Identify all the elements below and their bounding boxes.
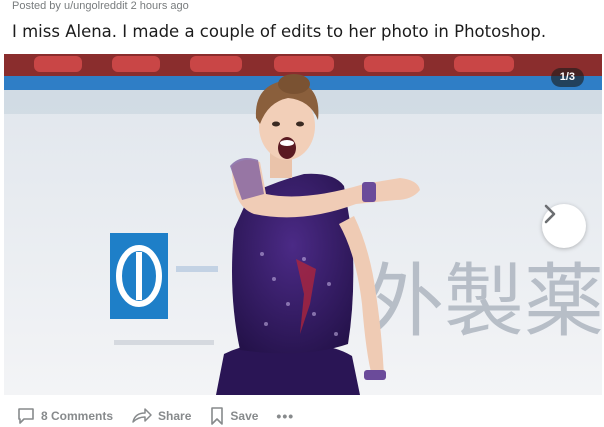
comment-icon bbox=[16, 406, 36, 426]
more-icon: ••• bbox=[276, 408, 295, 424]
share-icon bbox=[131, 406, 153, 426]
svg-text:外製薬: 外製薬 bbox=[364, 255, 602, 348]
post-image[interactable]: 外製薬 1/3 bbox=[4, 54, 602, 395]
save-button[interactable]: Save bbox=[203, 404, 264, 427]
image-counter-badge: 1/3 bbox=[550, 68, 584, 87]
comments-label: 8 Comments bbox=[41, 409, 114, 423]
save-label: Save bbox=[230, 409, 259, 423]
post-actions-bar: 8 Comments Share Save ••• bbox=[10, 404, 300, 427]
bookmark-icon bbox=[209, 406, 225, 426]
more-options-button[interactable]: ••• bbox=[270, 408, 300, 424]
share-button[interactable]: Share bbox=[125, 404, 197, 427]
post-meta: Posted by u/ungolreddit 2 hours ago bbox=[12, 0, 189, 12]
skater-photo: 外製薬 bbox=[4, 54, 602, 395]
share-label: Share bbox=[158, 409, 192, 423]
post-title[interactable]: I miss Alena. I made a couple of edits t… bbox=[12, 20, 597, 44]
next-image-button[interactable] bbox=[542, 204, 586, 248]
comments-button[interactable]: 8 Comments bbox=[10, 404, 119, 427]
